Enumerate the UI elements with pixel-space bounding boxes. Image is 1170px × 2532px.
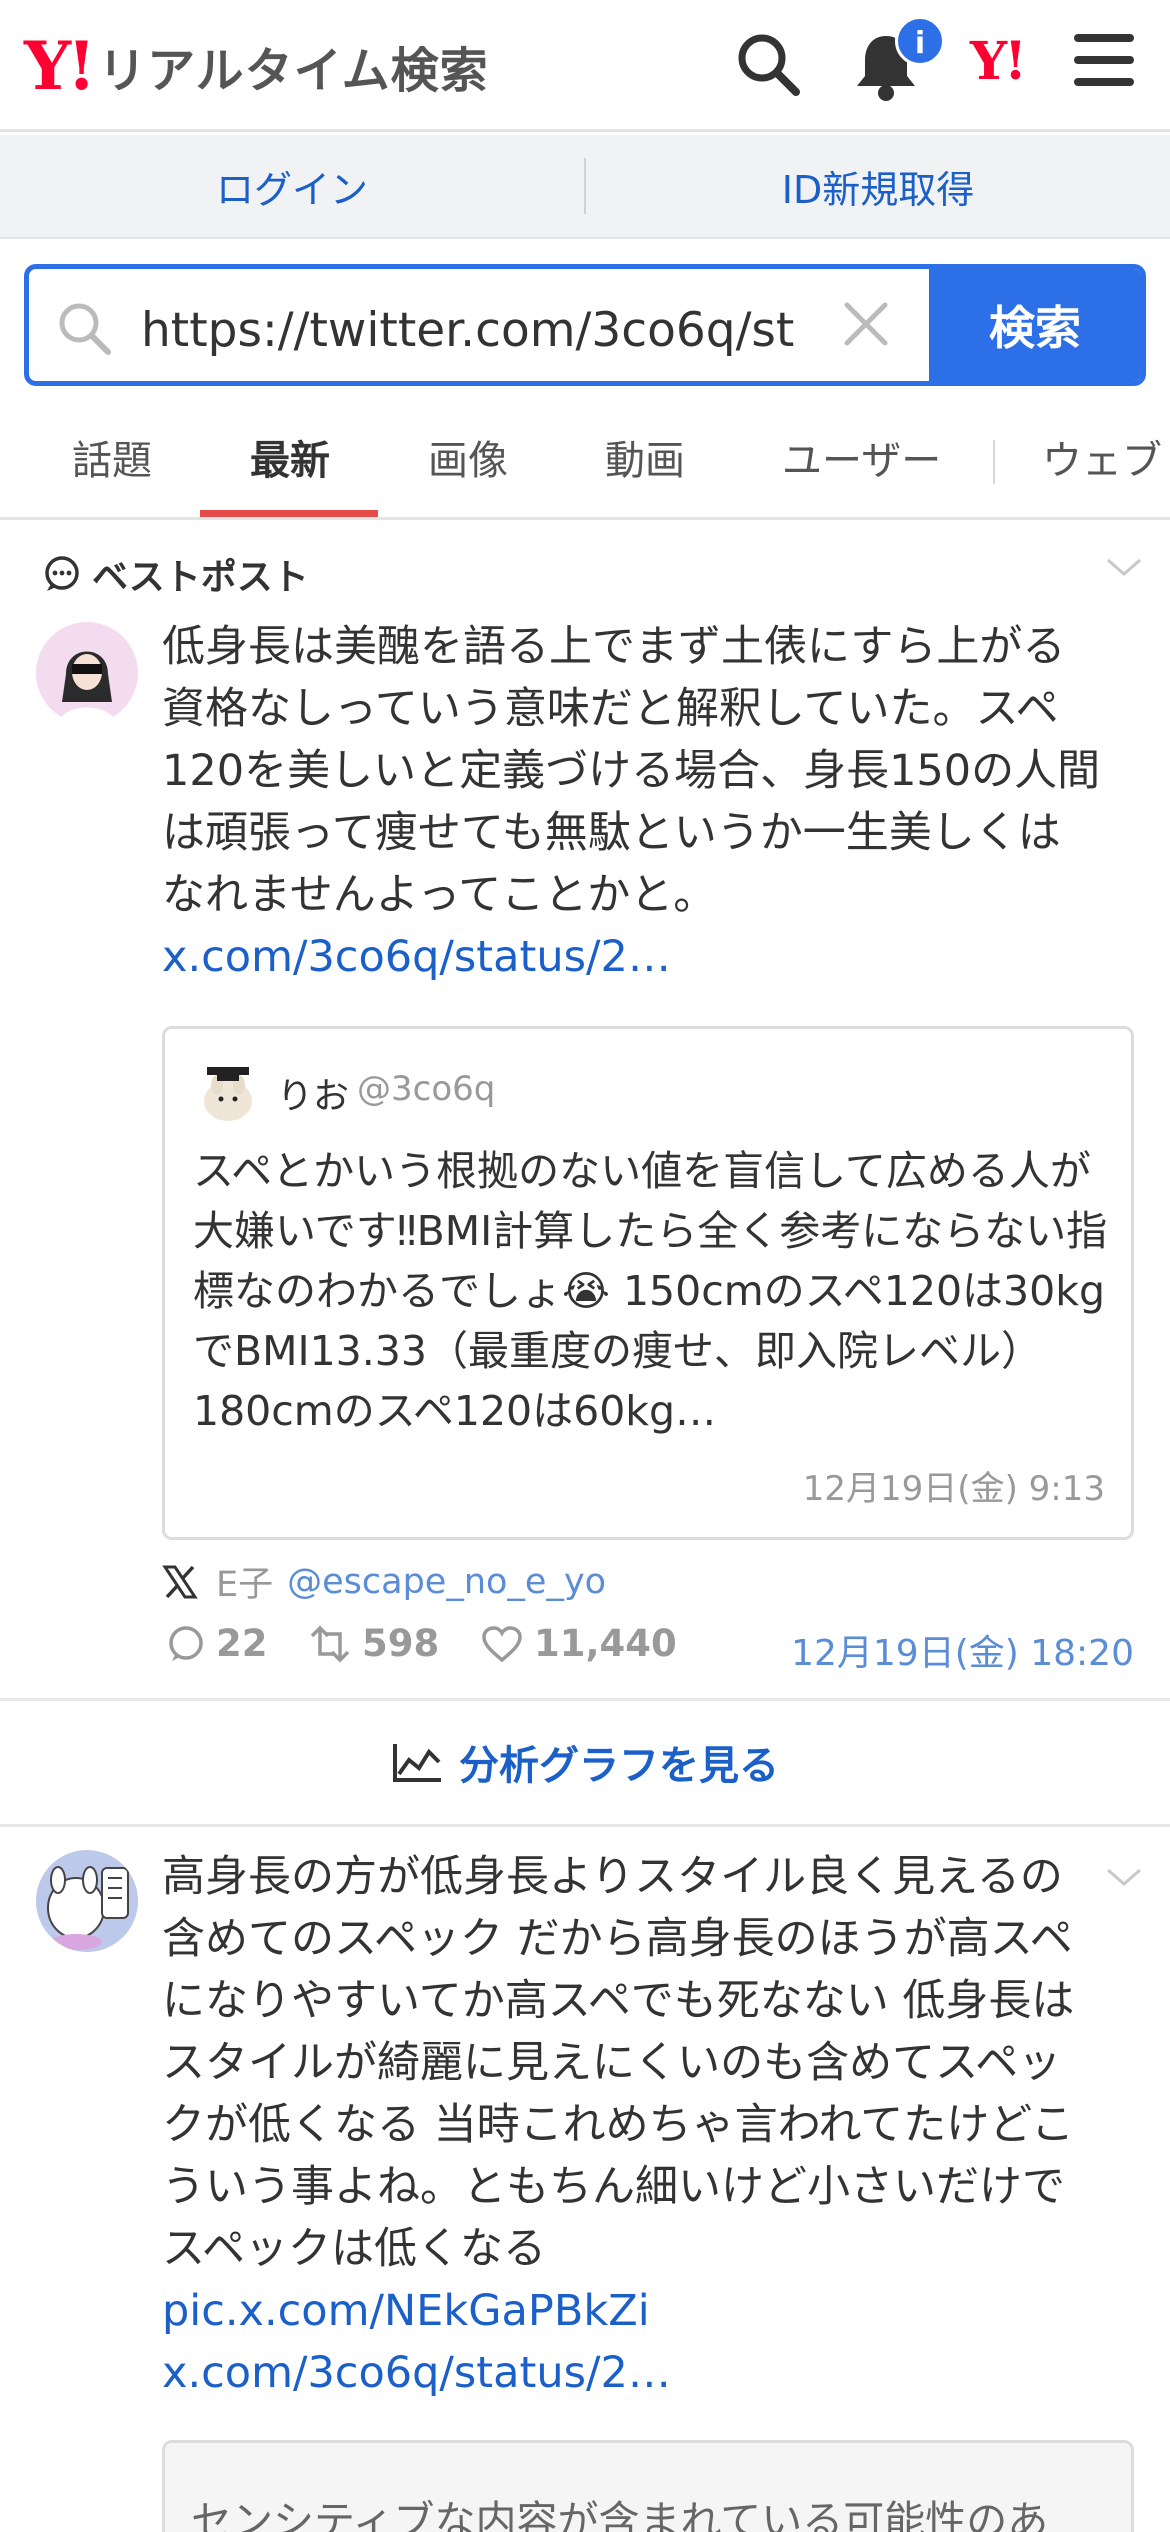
quote-timestamp: 12月19日(金) 9:13 <box>802 1469 1105 1509</box>
tab-latest[interactable]: 最新 <box>250 428 330 486</box>
quote-author-name: りお <box>277 1076 350 1117</box>
chevron-down-icon[interactable] <box>1104 1866 1144 1894</box>
tab-videos[interactable]: 動画 <box>605 428 685 486</box>
tab-separator <box>993 440 995 484</box>
avatar[interactable] <box>36 1850 138 1952</box>
repost-icon <box>310 1625 350 1662</box>
login-link[interactable]: ログイン <box>0 159 584 214</box>
speech-bubble-icon <box>45 556 79 591</box>
image-link[interactable]: pic.x.com/NEkGaPBkZi <box>162 2286 650 2336</box>
author-name: E子 <box>216 1565 274 1605</box>
signup-link[interactable]: ID新規取得 <box>586 159 1170 214</box>
login-bar: ログイン ID新規取得 <box>0 135 1170 239</box>
post-stats: 22 598 11,440 12月19日(金) 18:20 <box>162 1616 1134 1674</box>
search-icon[interactable] <box>734 30 802 102</box>
tab-images[interactable]: 画像 <box>428 428 508 486</box>
yahoo-realtime-logo[interactable]: Y! リアルタイム検索 <box>24 28 489 104</box>
post-link[interactable]: x.com/3co6q/status/2… <box>162 2348 671 2398</box>
search-box: https://twitter.com/3co6q/st 検索 <box>24 264 1146 386</box>
analysis-graph-link[interactable]: 分析グラフを見る <box>0 1700 1170 1824</box>
chart-icon <box>393 1744 441 1782</box>
notification-badge[interactable]: i <box>895 16 945 66</box>
quote-avatar[interactable] <box>193 1057 263 1127</box>
avatar[interactable] <box>36 622 138 724</box>
menu-icon[interactable] <box>1072 30 1136 94</box>
post-text: 低身長は美醜を語る上でまず土俵にすら上がる資格なしっていう意味だと解釈していた。… <box>162 616 1102 988</box>
post-body: 高身長の方が低身長よりスタイル良く見えるの含めてのスペック だから高身長のほうが… <box>162 1852 1075 2274</box>
reply-count[interactable]: 22 <box>166 1622 268 1665</box>
heart-icon <box>482 1625 522 1662</box>
quoted-post[interactable]: りお @3co6q スペとかいう根拠のない値を盲信して広める人が大嫌いです‼BM… <box>162 1026 1134 1540</box>
search-input[interactable]: https://twitter.com/3co6q/st <box>141 303 841 358</box>
post-link[interactable]: x.com/3co6q/status/2… <box>162 932 671 982</box>
clear-icon[interactable] <box>841 299 891 353</box>
sensitive-content-notice[interactable]: センシティブな内容が含まれている可能性のあ <box>162 2440 1134 2532</box>
best-post-label-text: ベストポスト <box>92 557 309 598</box>
post-author[interactable]: E子 @escape_no_e_yo <box>162 1556 606 1607</box>
like-count-value: 11,440 <box>534 1622 677 1665</box>
post-text: 高身長の方が低身長よりスタイル良く見えるの含めてのスペック だから高身長のほうが… <box>162 1846 1102 2404</box>
yahoo-icon[interactable]: Y! <box>970 36 1027 88</box>
tab-web[interactable]: ウェブ <box>1042 428 1162 486</box>
best-post-label: ベストポスト <box>42 548 309 600</box>
search-field-icon <box>55 299 113 361</box>
yahoo-logo-mark: Y! <box>24 27 96 105</box>
quote-text: スペとかいう根拠のない値を盲信して広める人が大嫌いです‼BMI計算したら全く参考… <box>193 1147 1108 1435</box>
quote-author-handle: @3co6q <box>357 1069 496 1109</box>
post-timestamp[interactable]: 12月19日(金) 18:20 <box>791 1624 1134 1676</box>
section-divider <box>0 1824 1170 1827</box>
post-body: 低身長は美醜を語る上でまず土俵にすら上がる資格なしっていう意味だと解釈していた。… <box>162 622 1101 920</box>
analysis-graph-label: 分析グラフを見る <box>459 1743 779 1789</box>
author-handle[interactable]: @escape_no_e_yo <box>287 1562 606 1602</box>
logo-text: リアルタイム検索 <box>98 43 489 99</box>
chevron-down-icon[interactable] <box>1104 556 1144 584</box>
repost-count-value: 598 <box>362 1622 440 1665</box>
tab-bar: 話題 最新 画像 動画 ユーザー ウェブ <box>0 400 1170 520</box>
reply-count-value: 22 <box>216 1622 268 1665</box>
tab-users[interactable]: ユーザー <box>782 428 941 486</box>
repost-count[interactable]: 598 <box>308 1622 439 1665</box>
sensitive-notice-text: センシティブな内容が含まれている可能性のあ <box>191 2497 1049 2532</box>
app-header: Y! リアルタイム検索 i Y! <box>0 0 1170 132</box>
tab-topics[interactable]: 話題 <box>72 428 152 486</box>
like-count[interactable]: 11,440 <box>480 1622 677 1665</box>
reply-icon <box>169 1625 203 1661</box>
active-tab-indicator <box>200 510 378 517</box>
x-logo-icon <box>162 1565 198 1598</box>
search-button[interactable]: 検索 <box>929 269 1141 381</box>
